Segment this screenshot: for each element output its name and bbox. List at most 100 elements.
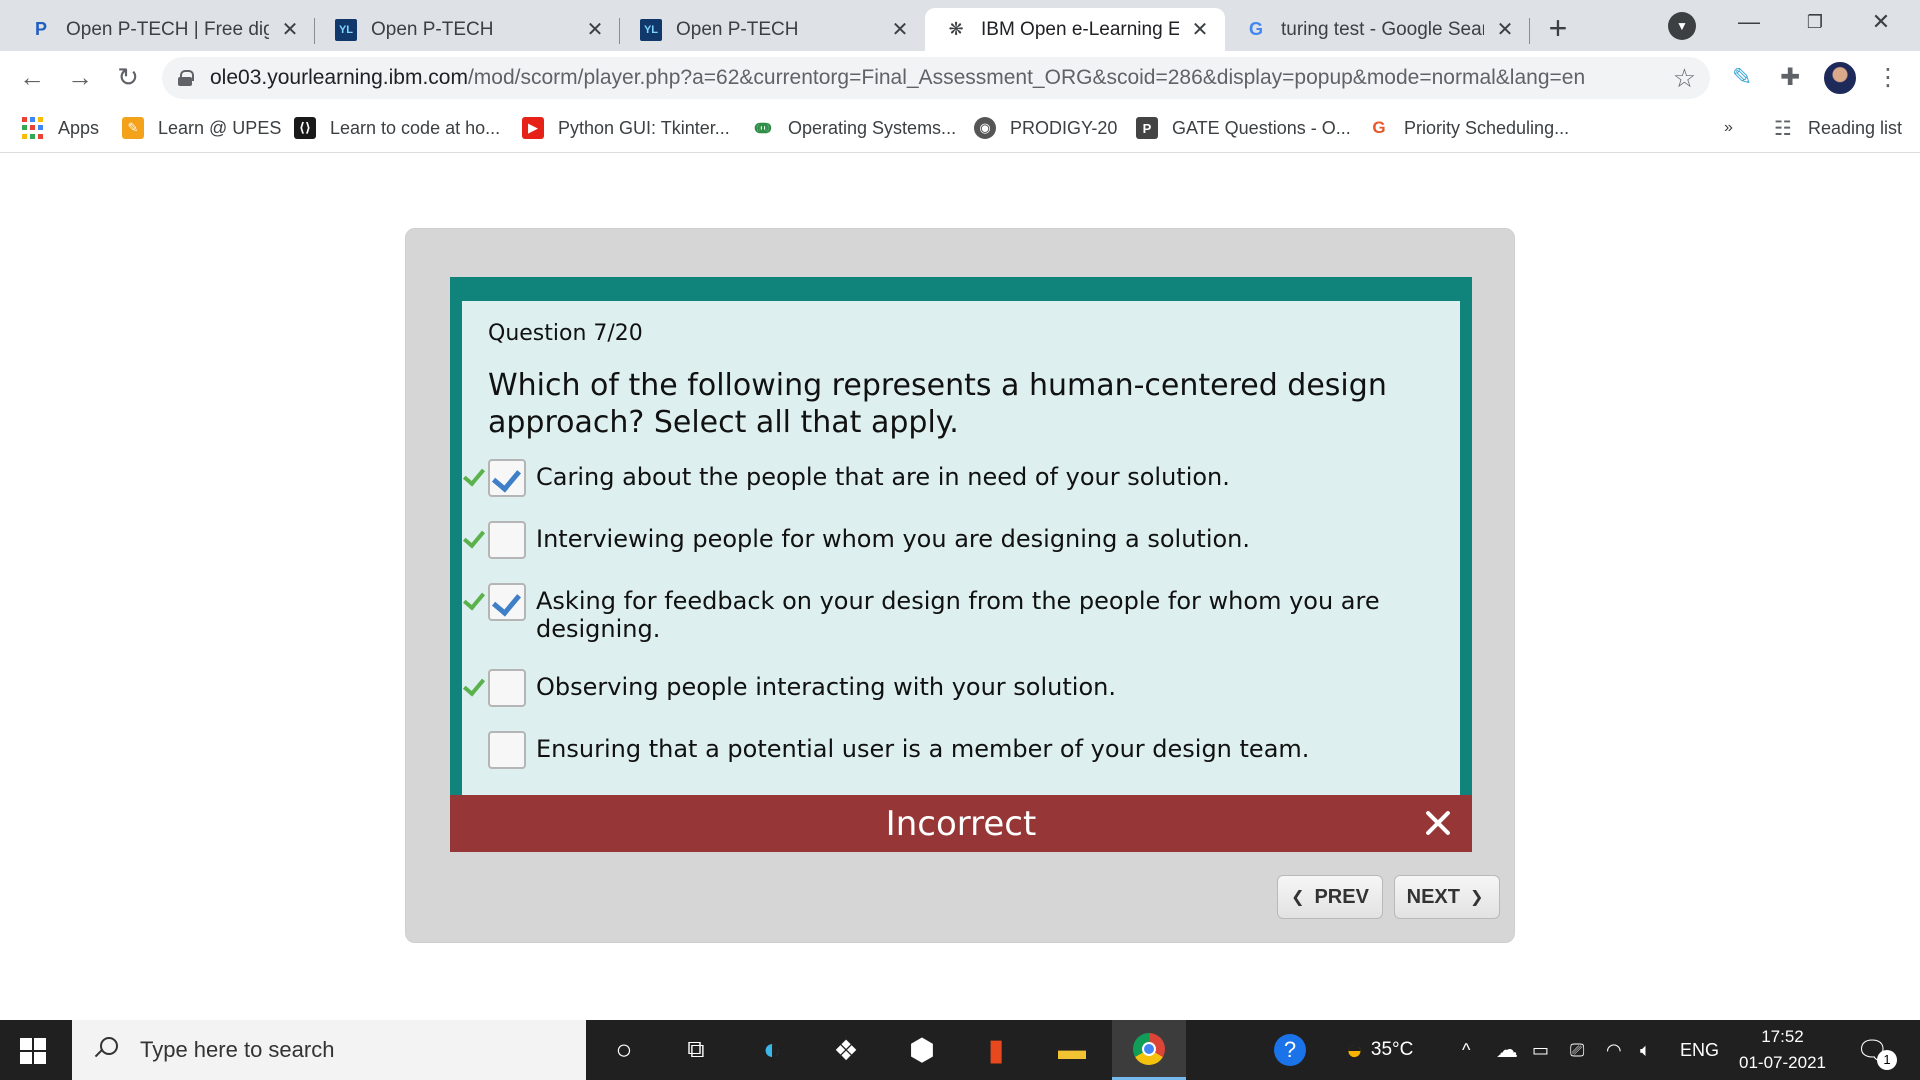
bookmark-star-icon[interactable]: ☆: [1673, 63, 1696, 94]
volume-icon[interactable]: 🔈︎: [1640, 1020, 1651, 1080]
pencil-icon: ✎: [122, 117, 144, 139]
tab-open-ptech-2[interactable]: YL Open P-TECH ✕: [620, 8, 925, 51]
close-icon[interactable]: ✕: [1492, 17, 1518, 43]
taskbar-search-box[interactable]: Type here to search: [72, 1020, 586, 1080]
clock-time: 17:52: [1761, 1027, 1804, 1046]
action-center-button[interactable]: 🗨︎ 1: [1856, 1020, 1898, 1080]
correct-check-icon: [460, 591, 486, 613]
dropbox-icon[interactable]: ❖: [822, 1030, 870, 1070]
temperature-text: 35°C: [1370, 1039, 1414, 1060]
windows-start-icon[interactable]: [20, 1038, 46, 1064]
office-icon[interactable]: ▮: [972, 1030, 1020, 1070]
extensions-puzzle-icon[interactable]: ✚: [1774, 61, 1806, 93]
bookmark-label: Python GUI: Tkinter...: [558, 117, 730, 138]
close-icon[interactable]: ✕: [1187, 17, 1213, 43]
bookmark-gate-questions[interactable]: P GATE Questions - O...: [1136, 113, 1351, 143]
bookmark-label: Apps: [58, 117, 100, 138]
minimize-icon[interactable]: —: [1716, 0, 1782, 44]
correct-check-icon: [460, 467, 486, 489]
answer-option-2[interactable]: Interviewing people for whom you are des…: [488, 521, 1408, 559]
option-text: Observing people interacting with your s…: [536, 673, 1116, 701]
bookmark-prodigy[interactable]: ◉ PRODIGY-20: [974, 113, 1117, 143]
p-icon: P: [1136, 117, 1158, 139]
show-hidden-icons-icon[interactable]: ^: [1462, 1020, 1470, 1080]
close-icon[interactable]: ✕: [887, 17, 913, 43]
option-checkbox[interactable]: [488, 583, 526, 621]
bookmark-label: GATE Questions - O...: [1172, 117, 1351, 138]
option-checkbox[interactable]: [488, 669, 526, 707]
chrome-icon: [1133, 1032, 1165, 1065]
chrome-taskbar-button[interactable]: [1112, 1020, 1186, 1080]
file-explorer-icon[interactable]: ▬: [1048, 1030, 1096, 1070]
bookmark-learn-to-code[interactable]: ⟨⟩ Learn to code at ho...: [294, 113, 500, 143]
globe-icon: ◉: [974, 117, 996, 139]
window-close-icon[interactable]: ✕: [1848, 0, 1914, 44]
answer-option-5[interactable]: Ensuring that a potential user is a memb…: [488, 731, 1408, 769]
chevron-right-icon: ❯: [1469, 889, 1484, 906]
code-icon: ⟨⟩: [294, 117, 316, 139]
bookmark-priority-scheduling[interactable]: G Priority Scheduling...: [1368, 113, 1569, 143]
next-button[interactable]: NEXT ❯: [1394, 875, 1500, 919]
address-bar[interactable]: ole03.yourlearning.ibm.com/mod/scorm/pla…: [162, 57, 1710, 99]
url-text: ole03.yourlearning.ibm.com/mod/scorm/pla…: [210, 66, 1585, 90]
next-label: NEXT: [1406, 885, 1460, 908]
app-circle-icon[interactable]: ⬢: [898, 1030, 946, 1070]
youtube-icon: ▶: [522, 117, 544, 139]
close-feedback-icon[interactable]: [1422, 807, 1454, 839]
close-icon[interactable]: ✕: [582, 17, 608, 43]
windows-taskbar: Type here to search ○ ⧉ ◐ ❖ ⬢ ▮ ▬ ? ◒ 35…: [0, 1020, 1920, 1080]
question-text: Which of the following represents a huma…: [488, 368, 1387, 440]
answer-option-1[interactable]: Caring about the people that are in need…: [488, 459, 1408, 497]
bookmark-learn-upes[interactable]: ✎ Learn @ UPES: [122, 113, 281, 143]
answer-option-4[interactable]: Observing people interacting with your s…: [488, 669, 1408, 707]
device-icon[interactable]: ⎚: [1570, 1020, 1584, 1080]
edge-icon[interactable]: ◐: [748, 1030, 796, 1070]
option-checkbox[interactable]: [488, 731, 526, 769]
clock-date: 01-07-2021: [1739, 1053, 1826, 1072]
option-text: Caring about the people that are in need…: [536, 463, 1230, 491]
system-clock[interactable]: 17:52 01-07-2021: [1730, 1024, 1835, 1076]
option-checkbox[interactable]: [488, 459, 526, 497]
bookmark-python-gui[interactable]: ▶ Python GUI: Tkinter...: [522, 113, 730, 143]
task-view-icon[interactable]: ⧉: [672, 1030, 720, 1070]
tab-label: turing test - Google Searc: [1281, 18, 1484, 40]
new-tab-button[interactable]: +: [1540, 10, 1576, 46]
wifi-icon[interactable]: ◠: [1606, 1020, 1622, 1080]
tab-open-ptech-free[interactable]: P Open P-TECH | Free digita ✕: [10, 8, 315, 51]
forward-icon[interactable]: →: [62, 59, 98, 95]
bookmark-label: Operating Systems...: [788, 117, 957, 138]
answer-option-3[interactable]: Asking for feedback on your design from …: [488, 583, 1408, 643]
prev-button[interactable]: ❮ PREV: [1277, 875, 1383, 919]
chevron-left-icon: ❮: [1291, 889, 1305, 906]
notification-icon: 🗨︎ 1: [1856, 1035, 1898, 1070]
weather-widget[interactable]: ◒ 35°C: [1346, 1020, 1413, 1080]
option-text: Ensuring that a potential user is a memb…: [536, 735, 1310, 763]
taskbar-search-placeholder: Type here to search: [140, 1037, 335, 1062]
ptech-favicon-icon: P: [34, 19, 47, 39]
kebab-menu-icon[interactable]: ⋮: [1872, 61, 1904, 93]
notification-badge: 1: [1877, 1049, 1898, 1070]
reload-icon[interactable]: ↻: [110, 59, 146, 95]
tab-search-icon[interactable]: ▼: [1668, 12, 1696, 40]
bookmark-apps[interactable]: Apps: [22, 113, 99, 143]
tab-open-ptech-1[interactable]: YL Open P-TECH ✕: [315, 8, 620, 51]
battery-icon[interactable]: ▭: [1532, 1020, 1549, 1080]
bookmark-operating-systems[interactable]: ↈ Operating Systems...: [752, 113, 956, 143]
onedrive-cloud-icon[interactable]: ☁: [1496, 1020, 1518, 1080]
bookmarks-overflow-button[interactable]: »: [1724, 113, 1733, 143]
close-icon[interactable]: ✕: [277, 17, 303, 43]
language-indicator[interactable]: ENG: [1680, 1020, 1719, 1080]
quiz-frame: Question 7/20 Which of the following rep…: [450, 277, 1472, 852]
tab-ibm-elearning[interactable]: ❋ IBM Open e-Learning Eco ✕: [925, 8, 1225, 51]
back-icon[interactable]: ←: [14, 59, 50, 95]
extension-pen-icon[interactable]: ✎: [1726, 61, 1758, 93]
profile-avatar[interactable]: [1824, 62, 1856, 94]
tab-google-search[interactable]: G turing test - Google Searc ✕: [1225, 8, 1530, 51]
help-icon[interactable]: ?: [1266, 1030, 1314, 1070]
reading-list-icon: ☷: [1774, 117, 1792, 140]
reading-list-button[interactable]: ☷ Reading list: [1772, 113, 1902, 143]
option-checkbox[interactable]: [488, 521, 526, 559]
google-icon: G: [1248, 19, 1263, 39]
restore-icon[interactable]: ❐: [1782, 0, 1848, 44]
cortana-icon[interactable]: ○: [600, 1030, 648, 1070]
